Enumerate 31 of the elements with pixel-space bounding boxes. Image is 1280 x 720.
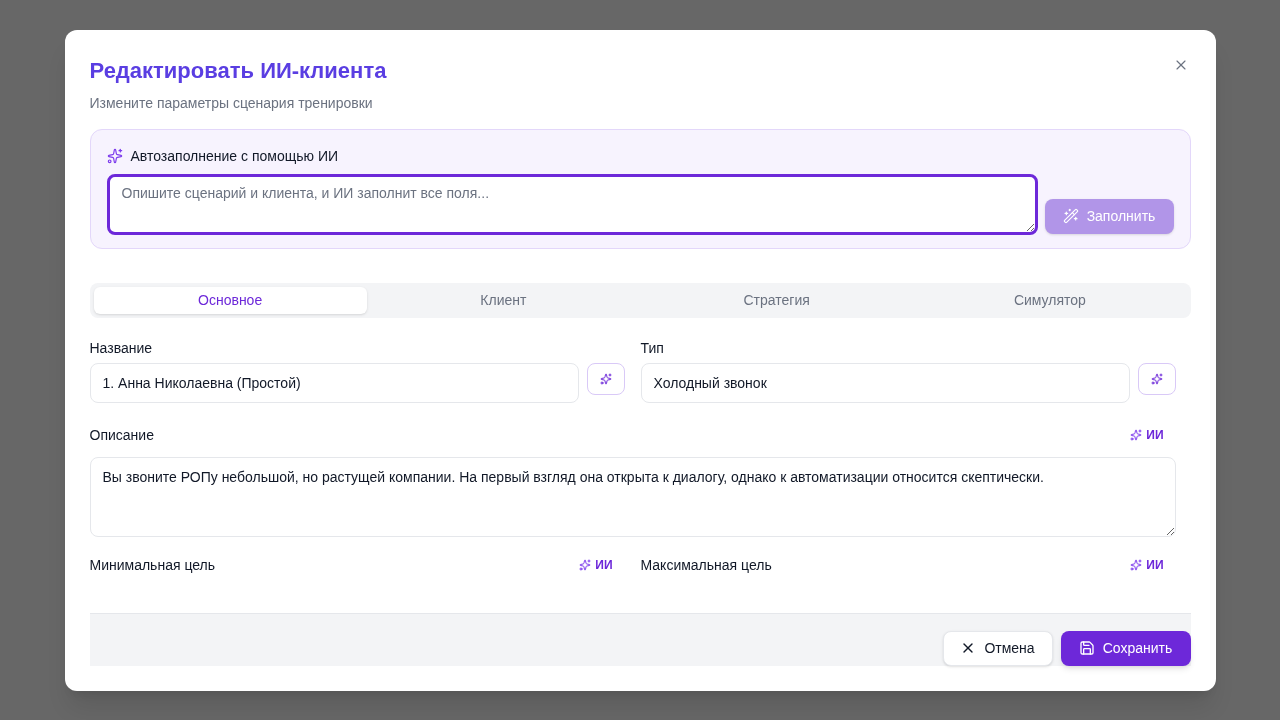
sparkles-icon (599, 372, 612, 385)
dialog-subtitle: Измените параметры сценария тренировки (89, 93, 373, 113)
save-button[interactable]: Сохранить (1060, 630, 1191, 666)
autofill-heading: Автозаполнение с помощью ИИ (130, 146, 339, 166)
autofill-field[interactable]: Опишите сценарий и клиента, и ИИ заполнит все поля... (106, 173, 1038, 235)
ai-button[interactable] (1137, 362, 1176, 395)
ai-link[interactable]: ИИ (567, 556, 625, 573)
sparkles-icon (106, 147, 123, 164)
sparkles-icon (579, 558, 592, 571)
magic-wand-icon (1062, 208, 1079, 224)
tab[interactable]: Основное (93, 286, 367, 314)
ai-link[interactable]: ИИ (1118, 426, 1176, 443)
field-label: Название (89, 338, 153, 358)
sparkles-icon (1150, 372, 1163, 385)
text-field[interactable]: Холодный звонок (640, 362, 1130, 403)
save-icon (1078, 640, 1095, 656)
description-field[interactable]: Вы звоните РОПу небольшой, но растущей компании. На первый взгляд она открыта к диалогу, однако к автоматизации относится скептически. (89, 456, 1176, 537)
sparkles-icon (1130, 428, 1143, 441)
cancel-button[interactable]: Отмена (942, 630, 1053, 666)
ai-link[interactable]: ИИ (1118, 556, 1176, 573)
sparkles-icon (1130, 558, 1143, 571)
field-label: Максимальная цель (640, 555, 772, 575)
tab[interactable]: Симулятор (913, 286, 1187, 314)
ai-button[interactable] (586, 362, 625, 395)
tab[interactable]: Стратегия (640, 286, 914, 314)
text-field[interactable]: 1. Анна Николаевна (Простой) (89, 362, 579, 403)
field-label: Тип (640, 338, 664, 358)
tab[interactable]: Клиент (366, 286, 640, 314)
dialog-title: Редактировать ИИ-клиента (89, 56, 387, 85)
field-label: Минимальная цель (89, 555, 216, 575)
field-label: Описание (89, 425, 154, 445)
